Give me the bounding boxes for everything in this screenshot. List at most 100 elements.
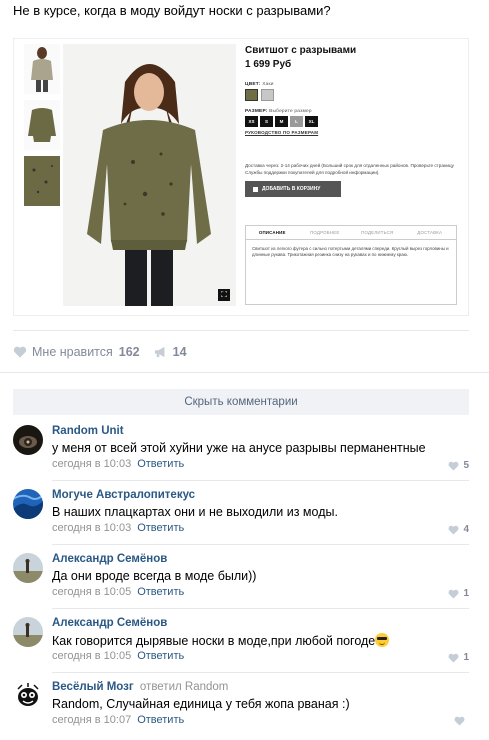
sunglasses-emoji-icon bbox=[375, 633, 390, 647]
description-tabs: ОПИСАНИЕ ПОДРОБНЕЕ ПОДЕЛИТЬСЯ ДОСТАВКА bbox=[246, 226, 456, 240]
avatar[interactable] bbox=[13, 425, 43, 455]
size-label-row: РАЗМЕР: Выберите размер bbox=[245, 109, 460, 114]
comment-like[interactable] bbox=[454, 716, 469, 726]
tab-delivery[interactable]: ДОСТАВКА bbox=[404, 226, 457, 239]
divider bbox=[52, 608, 469, 609]
likes-row: Мне нравится 162 14 bbox=[13, 344, 187, 360]
comment-like[interactable]: 5 bbox=[448, 460, 469, 471]
comment-like-count: 1 bbox=[463, 652, 469, 663]
divider bbox=[0, 372, 489, 373]
hide-comments-button[interactable]: Скрыть комментарии bbox=[13, 389, 469, 415]
avatar[interactable] bbox=[13, 617, 43, 647]
size-options: XS S M L XL bbox=[245, 116, 460, 127]
megaphone-icon[interactable] bbox=[154, 346, 168, 358]
share-count[interactable]: 14 bbox=[173, 345, 187, 359]
comment-text: Random, Случайная единица у тебя жопа рв… bbox=[52, 697, 350, 711]
divider bbox=[52, 544, 469, 545]
comment-like-count: 4 bbox=[463, 524, 469, 535]
comment-like[interactable]: 4 bbox=[448, 524, 469, 535]
reply-link[interactable]: Ответить bbox=[137, 714, 184, 726]
product-thumbnails bbox=[24, 44, 60, 212]
avatar[interactable] bbox=[13, 553, 43, 583]
comment-meta: сегодня в 10:07 Ответить bbox=[52, 714, 184, 726]
product-price: 1 699 Руб bbox=[245, 59, 292, 70]
product-thumbnail-2[interactable] bbox=[24, 100, 60, 150]
comment: Александр Семёнов Как говорится дырявые … bbox=[13, 617, 469, 677]
reply-link[interactable]: Ответить bbox=[137, 522, 184, 534]
reply-link[interactable]: Ответить bbox=[137, 458, 184, 470]
color-swatch-khaki[interactable] bbox=[245, 89, 258, 101]
post-text: Не в курсе, когда в моду войдут носки с … bbox=[13, 3, 331, 18]
divider bbox=[13, 330, 469, 331]
size-option[interactable]: XL bbox=[305, 116, 318, 127]
avatar[interactable] bbox=[13, 489, 43, 519]
product-card[interactable]: ⛶ Свитшот с разрывами 1 699 Руб ЦВЕТ: Ха… bbox=[13, 38, 469, 316]
divider bbox=[52, 480, 469, 481]
comment-time[interactable]: сегодня в 10:03 bbox=[52, 522, 131, 534]
expand-icon[interactable]: ⛶ bbox=[218, 289, 230, 301]
comment-like-count: 5 bbox=[463, 460, 469, 471]
comment-text: Как говорится дырявые носки в моде,при л… bbox=[52, 633, 390, 648]
color-swatches bbox=[245, 89, 460, 101]
comment-time[interactable]: сегодня в 10:03 bbox=[52, 458, 131, 470]
comment-author[interactable]: Могуче Австралопитекус bbox=[52, 489, 195, 501]
description-box: ОПИСАНИЕ ПОДРОБНЕЕ ПОДЕЛИТЬСЯ ДОСТАВКА С… bbox=[245, 225, 457, 305]
comment: Могуче Австралопитекус В наших плацкарта… bbox=[13, 489, 469, 549]
comment-text-body: Как говорится дырявые носки в моде,при л… bbox=[52, 634, 376, 648]
size-option[interactable]: XS bbox=[245, 116, 258, 127]
delivery-info: Доставка через: 2-14 рабочих дней (Больш… bbox=[245, 163, 454, 175]
comment: Весёлый Мозг ответил Random Random, Случ… bbox=[13, 681, 469, 739]
comment-author[interactable]: Весёлый Мозг bbox=[52, 681, 134, 693]
comment-meta: сегодня в 10:05 Ответить bbox=[52, 586, 184, 598]
reply-to-name[interactable]: Random bbox=[185, 681, 228, 693]
product-thumbnail-3[interactable] bbox=[24, 156, 60, 206]
comment-text: В наших плацкартах они и не выходили из … bbox=[52, 505, 338, 519]
heart-icon bbox=[448, 525, 459, 534]
product-info: Свитшот с разрывами 1 699 Руб ЦВЕТ: Хаки… bbox=[245, 45, 460, 197]
comment-like[interactable]: 1 bbox=[448, 588, 469, 599]
comment-text: у меня от всей этой хуйни уже на анусе р… bbox=[52, 441, 426, 455]
heart-icon bbox=[448, 589, 459, 598]
reply-link[interactable]: Ответить bbox=[137, 650, 184, 662]
like-count[interactable]: 162 bbox=[119, 345, 140, 359]
color-swatch-grey[interactable] bbox=[261, 89, 274, 101]
comment-like-count: 1 bbox=[463, 588, 469, 599]
description-text: Свитшот из легкого футера с сильно потер… bbox=[252, 246, 449, 257]
comment-time[interactable]: сегодня в 10:05 bbox=[52, 650, 131, 662]
size-option[interactable]: S bbox=[260, 116, 273, 127]
comment-author[interactable]: Александр Семёнов bbox=[52, 617, 167, 629]
color-label: ЦВЕТ: bbox=[245, 82, 261, 87]
tab-details[interactable]: ПОДРОБНЕЕ bbox=[299, 226, 352, 239]
size-option[interactable]: L bbox=[290, 116, 303, 127]
comment-like[interactable]: 1 bbox=[448, 652, 469, 663]
divider bbox=[52, 672, 469, 673]
like-label[interactable]: Мне нравится bbox=[32, 345, 113, 359]
avatar[interactable] bbox=[13, 681, 43, 711]
reply-to-label: ответил bbox=[139, 681, 182, 693]
add-to-cart-button[interactable]: ДОБАВИТЬ В КОРЗИНУ bbox=[245, 181, 341, 197]
product-thumbnail-1[interactable] bbox=[24, 44, 60, 94]
comment-author[interactable]: Random Unit bbox=[52, 425, 124, 437]
comment: Random Unit у меня от всей этой хуйни уж… bbox=[13, 425, 469, 485]
size-hint: Выберите размер bbox=[269, 109, 312, 114]
comment: Александр Семёнов Да они вроде всегда в … bbox=[13, 553, 469, 613]
size-label: РАЗМЕР: bbox=[245, 109, 268, 114]
comment-author-row: Весёлый Мозг ответил Random bbox=[52, 681, 228, 693]
comment-time[interactable]: сегодня в 10:05 bbox=[52, 586, 131, 598]
comment-meta: сегодня в 10:05 Ответить bbox=[52, 650, 184, 662]
product-title: Свитшот с разрывами bbox=[245, 45, 357, 56]
tab-description[interactable]: ОПИСАНИЕ bbox=[246, 226, 299, 239]
tab-share[interactable]: ПОДЕЛИТЬСЯ bbox=[351, 226, 404, 239]
size-guide-link[interactable]: РУКОВОДСТВО ПО РАЗМЕРАМ bbox=[245, 130, 460, 135]
comment-author[interactable]: Александр Семёнов bbox=[52, 553, 167, 565]
comment-time[interactable]: сегодня в 10:07 bbox=[52, 714, 131, 726]
heart-icon[interactable] bbox=[13, 346, 27, 358]
comment-text: Да они вроде всегда в моде были)) bbox=[52, 569, 257, 583]
product-main-image[interactable] bbox=[63, 44, 236, 306]
bag-icon bbox=[253, 186, 258, 192]
add-to-cart-label: ДОБАВИТЬ В КОРЗИНУ bbox=[262, 186, 321, 192]
size-option[interactable]: M bbox=[275, 116, 288, 127]
reply-link[interactable]: Ответить bbox=[137, 586, 184, 598]
comment-meta: сегодня в 10:03 Ответить bbox=[52, 522, 184, 534]
color-label-row: ЦВЕТ: Хаки bbox=[245, 82, 460, 87]
